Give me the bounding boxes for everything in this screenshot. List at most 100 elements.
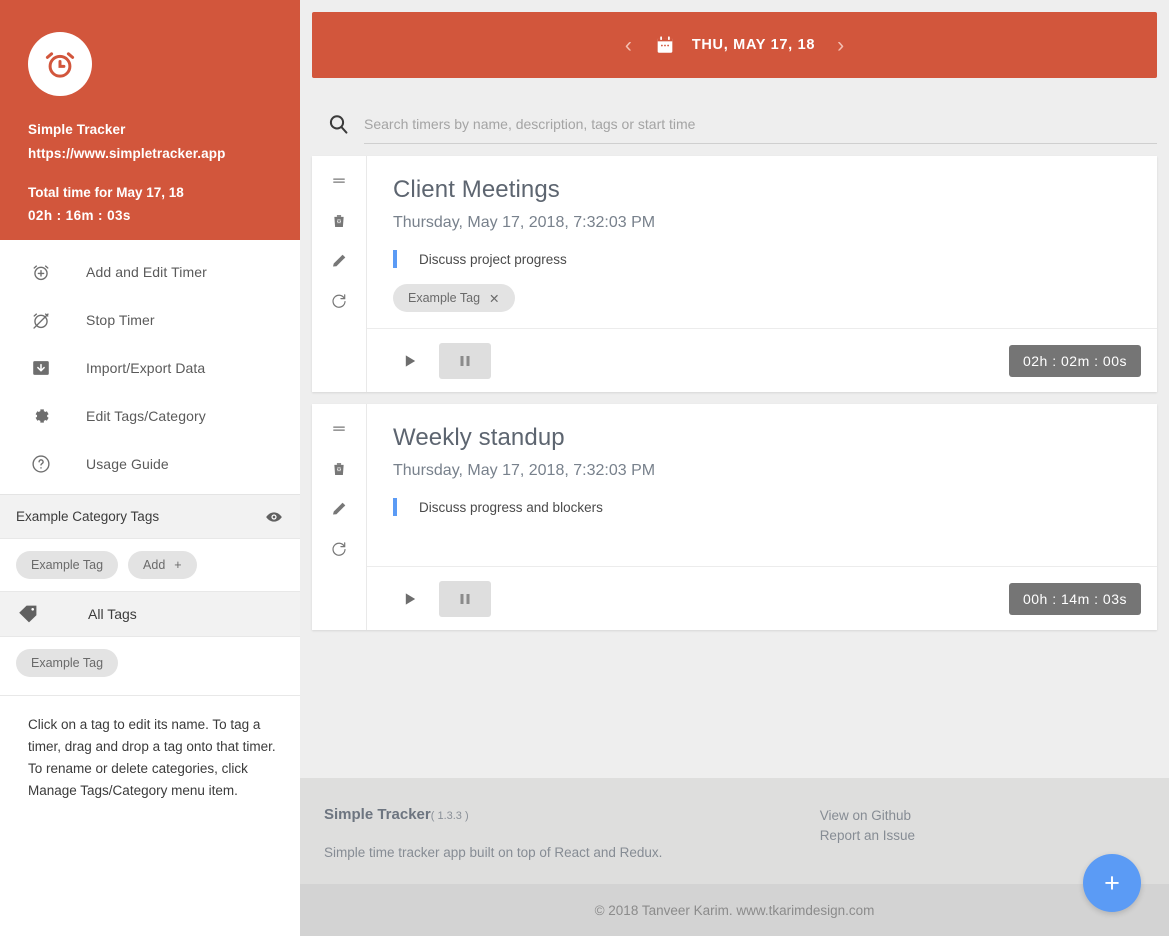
gear-icon xyxy=(30,405,64,427)
edit-icon[interactable] xyxy=(330,250,348,272)
timer-card-actions xyxy=(312,156,367,392)
timer-card-body: Client Meetings Thursday, May 17, 2018, … xyxy=(367,156,1157,392)
reset-icon[interactable] xyxy=(330,290,348,312)
sidebar-item-edit-tags-category[interactable]: Edit Tags/Category xyxy=(0,392,300,440)
sidebar-hint: Click on a tag to edit its name. To tag … xyxy=(0,695,300,802)
play-icon xyxy=(405,354,415,367)
category-tag-row: Example Tag Add + xyxy=(0,539,300,591)
timer-tag-label: Example Tag xyxy=(408,291,481,305)
alarm-clock-icon xyxy=(45,52,75,78)
sidebar-item-import-export[interactable]: Import/Export Data xyxy=(0,344,300,392)
footer-description: Simple time tracker app built on top of … xyxy=(324,845,663,860)
sidebar-brand-header: Simple Tracker https://www.simpletracker… xyxy=(0,0,300,240)
category-title: Example Category Tags xyxy=(16,509,160,524)
timer-description-row: Discuss project progress xyxy=(393,250,1131,268)
eye-icon[interactable] xyxy=(264,507,284,527)
add-tag-button[interactable]: Add + xyxy=(128,551,197,579)
timer-card: Client Meetings Thursday, May 17, 2018, … xyxy=(312,156,1157,392)
all-tags-tag-row: Example Tag xyxy=(0,637,300,689)
sidebar-item-label: Edit Tags/Category xyxy=(86,408,206,424)
timer-description: Discuss project progress xyxy=(419,251,567,267)
sidebar-item-label: Add and Edit Timer xyxy=(86,264,207,280)
sidebar-item-add-edit-timer[interactable]: Add and Edit Timer xyxy=(0,248,300,296)
footer-link-report-issue[interactable]: Report an Issue xyxy=(820,828,915,843)
add-tag-label: Add xyxy=(143,558,166,572)
timer-transport-controls xyxy=(393,342,491,379)
plus-icon: + xyxy=(174,558,182,572)
footer-links: View on Github Report an Issue xyxy=(820,806,1145,860)
pause-icon xyxy=(460,593,470,604)
total-time-value: 02h : 16m : 03s xyxy=(28,208,131,223)
sidebar: Simple Tracker https://www.simpletracker… xyxy=(0,0,300,936)
search-input[interactable] xyxy=(364,116,1157,144)
all-tags-tag-chip[interactable]: Example Tag xyxy=(16,649,119,677)
sidebar-item-label: Import/Export Data xyxy=(86,360,206,376)
play-button[interactable] xyxy=(393,344,427,378)
timer-card-main: Weekly standup Thursday, May 17, 2018, 7… xyxy=(367,404,1157,566)
prev-day-button[interactable]: ‹ xyxy=(619,35,638,56)
timer-transport-controls xyxy=(393,580,491,617)
timer-card-main: Client Meetings Thursday, May 17, 2018, … xyxy=(367,156,1157,328)
app-name: Simple Tracker xyxy=(28,122,126,137)
main-content: ‹ THU, MAY 17, 18 › Search timers by nam… xyxy=(300,0,1169,936)
play-button[interactable] xyxy=(393,582,427,616)
timer-start-date: Thursday, May 17, 2018, 7:32:03 PM xyxy=(393,462,656,479)
timer-title: Weekly standup xyxy=(393,424,565,451)
stop-timer-icon xyxy=(30,309,64,331)
all-tags-label: All Tags xyxy=(88,606,137,622)
timer-card-footer: 00h : 14m : 03s xyxy=(367,566,1157,630)
page-footer: Simple Tracker( 1.3.3 ) Simple time trac… xyxy=(300,778,1169,884)
timer-card-body: Weekly standup Thursday, May 17, 2018, 7… xyxy=(367,404,1157,630)
pause-button[interactable] xyxy=(439,342,491,379)
category-tag-chip[interactable]: Example Tag xyxy=(16,551,119,579)
sidebar-item-usage-guide[interactable]: Usage Guide xyxy=(0,440,300,488)
add-timer-icon xyxy=(30,261,64,283)
edit-icon[interactable] xyxy=(330,498,348,520)
delete-icon[interactable] xyxy=(330,210,348,232)
timer-list: Client Meetings Thursday, May 17, 2018, … xyxy=(300,144,1169,642)
all-tags-header: All Tags xyxy=(0,591,300,637)
footer-app-title: Simple Tracker( 1.3.3 ) xyxy=(324,806,662,823)
timer-tags: Example Tag ✕ xyxy=(393,284,1131,312)
timer-card: Weekly standup Thursday, May 17, 2018, 7… xyxy=(312,404,1157,630)
app-root: Simple Tracker https://www.simpletracker… xyxy=(0,0,1169,936)
pause-button[interactable] xyxy=(439,580,491,617)
timer-card-footer: 02h : 02m : 00s xyxy=(367,328,1157,392)
footer-app-version: ( 1.3.3 ) xyxy=(430,810,469,822)
date-navigation-bar: ‹ THU, MAY 17, 18 › xyxy=(312,12,1157,78)
add-timer-fab[interactable]: + xyxy=(1083,854,1141,912)
footer-app-name: Simple Tracker xyxy=(324,806,431,823)
timer-start-date: Thursday, May 17, 2018, 7:32:03 PM xyxy=(393,214,656,231)
drag-handle-icon[interactable] xyxy=(330,418,348,440)
delete-icon[interactable] xyxy=(330,458,348,480)
timer-card-actions xyxy=(312,404,367,630)
search-icon xyxy=(312,112,364,144)
timer-elapsed-badge: 02h : 02m : 00s xyxy=(1008,344,1141,377)
calendar-icon[interactable] xyxy=(654,34,676,56)
sidebar-item-label: Stop Timer xyxy=(86,312,155,328)
close-icon[interactable]: ✕ xyxy=(489,291,499,306)
timer-description: Discuss progress and blockers xyxy=(419,499,603,515)
app-url: https://www.simpletracker.app xyxy=(28,146,226,161)
timer-tag-chip[interactable]: Example Tag ✕ xyxy=(393,284,515,312)
description-accent-bar xyxy=(393,498,397,516)
sidebar-item-label: Usage Guide xyxy=(86,456,169,472)
next-day-button[interactable]: › xyxy=(831,35,850,56)
plus-icon: + xyxy=(1104,867,1120,898)
tag-icon xyxy=(16,602,40,626)
footer-link-github[interactable]: View on Github xyxy=(820,808,915,823)
timer-title: Client Meetings xyxy=(393,176,560,203)
question-circle-icon xyxy=(30,453,64,475)
reset-icon[interactable] xyxy=(330,538,348,560)
sidebar-menu: Add and Edit Timer Stop Timer Import/Exp… xyxy=(0,240,300,495)
total-time-label: Total time for May 17, 18 xyxy=(28,185,184,200)
play-icon xyxy=(405,592,415,605)
category-header: Example Category Tags xyxy=(0,495,300,539)
sidebar-item-stop-timer[interactable]: Stop Timer xyxy=(0,296,300,344)
app-logo xyxy=(28,32,92,96)
drag-handle-icon[interactable] xyxy=(330,170,348,192)
copyright-bar: © 2018 Tanveer Karim. www.tkarimdesign.c… xyxy=(300,884,1169,936)
timer-description-row: Discuss progress and blockers xyxy=(393,498,1131,516)
search-bar xyxy=(300,78,1169,144)
